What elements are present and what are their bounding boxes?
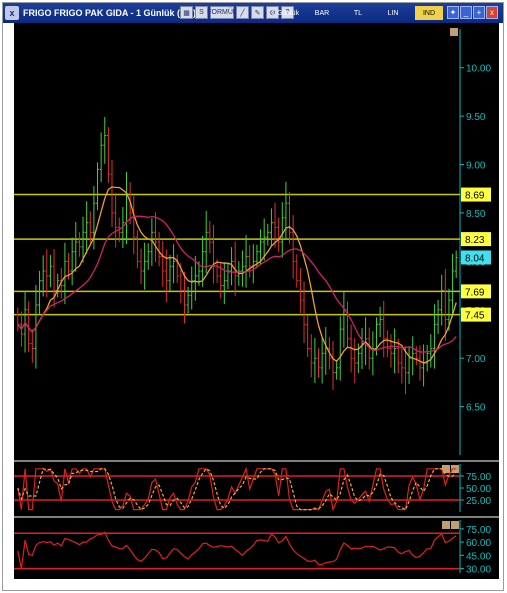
window-title: FRIGO FRIGO PAK GIDA - 1 Günlük (.1d) xyxy=(23,8,196,18)
chart-window: x FRIGO FRIGO PAK GIDA - 1 Günlük (.1d) … xyxy=(2,2,504,591)
price-tick-label: 7.00 xyxy=(466,354,486,365)
chart-type-button[interactable]: BAR xyxy=(310,6,334,20)
price-tick-label: 8.50 xyxy=(466,209,486,220)
s-icon[interactable]: S xyxy=(195,6,208,19)
title-bar[interactable]: x FRIGO FRIGO PAK GIDA - 1 Günlük (.1d) … xyxy=(3,3,503,23)
price-tick-label: 6.50 xyxy=(466,403,486,414)
rsi-panel-tick-label: 60.00 xyxy=(466,538,491,549)
formula-button[interactable]: FORMÜL xyxy=(207,6,237,19)
period-button[interactable]: 1 Günlük xyxy=(270,6,300,20)
chart-area[interactable]: 10.009.509.008.508.007.507.006.508.698.2… xyxy=(14,23,499,579)
pencil-icon[interactable]: ✎ xyxy=(251,6,264,19)
rsi-panel-menu-icon xyxy=(442,521,450,529)
level-label: 7.45 xyxy=(465,311,485,322)
rsi-panel-tick-label: 75.00 xyxy=(466,525,491,536)
rsi-panel-close-icon xyxy=(451,521,459,529)
close-button[interactable]: x xyxy=(486,6,498,19)
grid-icon[interactable]: ▦ xyxy=(180,6,193,19)
rsi-panel-tick-label: 45.00 xyxy=(466,551,491,562)
stochastic-panel-tick-label: 75.00 xyxy=(466,472,491,483)
panel-menu-icon xyxy=(450,28,458,36)
stochastic-panel-tick-label: 50.00 xyxy=(466,484,491,495)
price-tick-label: 10.00 xyxy=(466,64,491,75)
level-label: 8.69 xyxy=(465,191,485,202)
close-window-icon[interactable]: x xyxy=(5,6,19,20)
price-tick-label: 9.00 xyxy=(466,161,486,172)
maximize-button[interactable]: + xyxy=(473,6,485,19)
tools-icon[interactable]: ✦ xyxy=(447,6,459,19)
last-price-label: 8.04 xyxy=(465,253,485,264)
indicator-button[interactable]: IND xyxy=(415,6,443,20)
minimize-button[interactable]: _ xyxy=(460,6,472,19)
level-label: 7.69 xyxy=(465,287,485,298)
scale-button[interactable]: LIN xyxy=(382,6,404,20)
rsi-panel-tick-label: 30.00 xyxy=(466,565,491,576)
currency-button[interactable]: TL xyxy=(348,6,368,20)
draw-line-icon[interactable]: ╱ xyxy=(236,6,249,19)
price-tick-label: 9.50 xyxy=(466,112,486,123)
price-chart[interactable]: 10.009.509.008.508.007.507.006.508.698.2… xyxy=(14,23,499,579)
stochastic-panel-tick-label: 25.00 xyxy=(466,496,491,507)
level-label: 8.23 xyxy=(465,235,485,246)
